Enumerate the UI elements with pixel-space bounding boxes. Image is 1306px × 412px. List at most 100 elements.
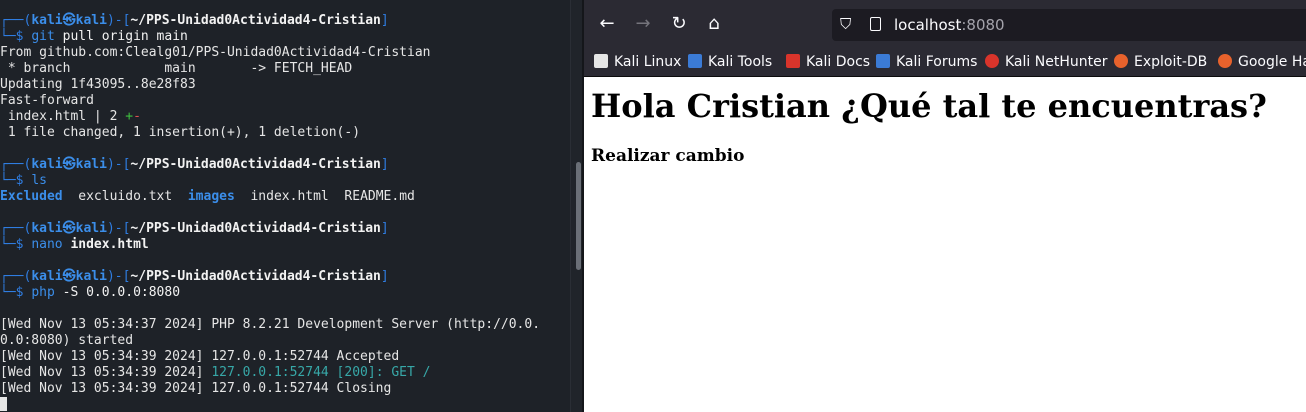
output-line: Updating 1f43095..8e28f83	[0, 77, 196, 92]
server-log-line: [Wed Nov 13 05:34:39 2024] 127.0.0.1:527…	[0, 381, 392, 396]
server-log-line: 0.0:8080) started	[0, 333, 134, 348]
bookmark-kali-docs[interactable]: Kali Docs	[786, 53, 870, 71]
kali-nethunter-icon	[985, 54, 999, 68]
command-line: └─$ nano index.html	[0, 237, 570, 253]
prompt-corner: └─	[0, 285, 16, 300]
prompt-dollar: $	[15, 173, 32, 188]
bookmark-google-hacking[interactable]: Google Ha	[1218, 53, 1306, 71]
ls-output-line: Excluded excluido.txt images index.html …	[0, 189, 570, 205]
prompt-frame: )-[	[106, 157, 131, 172]
prompt-corner: └─	[0, 173, 16, 188]
url-host: localhost	[894, 16, 962, 34]
home-icon[interactable]: ⌂	[701, 11, 727, 37]
prompt-path: ~/PPS-Unidad0Actividad4-Cristian	[130, 157, 381, 172]
prompt-corner: └─	[0, 29, 16, 44]
prompt-path: ~/PPS-Unidad0Actividad4-Cristian	[130, 269, 381, 284]
prompt-user: kali㉿kali	[31, 13, 107, 28]
page-heading: Hola Cristian ¿Qué tal te encuentras?	[591, 87, 1267, 125]
bookmark-label: Kali Docs	[806, 54, 871, 70]
reload-icon[interactable]: ↻	[666, 11, 692, 37]
command-args: index.html	[70, 237, 149, 252]
bookmark-kali-nethunter[interactable]: Kali NetHunter	[985, 53, 1107, 71]
bookmark-kali-tools[interactable]: Kali Tools	[688, 53, 772, 71]
output-line: From github.com:Clealg01/PPS-Unidad0Acti…	[0, 45, 431, 60]
bookmark-kali-linux[interactable]: Kali Linux	[594, 53, 681, 71]
prompt-user: kali㉿kali	[31, 221, 107, 236]
diffstat-line: index.html | 2 +-	[0, 109, 570, 125]
server-log-line: [Wed Nov 13 05:34:39 2024] 127.0.0.1:527…	[0, 349, 400, 364]
terminal-output: ┌──(kali㉿kali)-[~/PPS-Unidad0Actividad4-…	[0, 13, 570, 412]
prompt-frame: ┌──(	[0, 221, 32, 236]
page-content: Hola Cristian ¿Qué tal te encuentras? Re…	[584, 77, 1306, 412]
shield-icon[interactable]: ⛉	[840, 16, 854, 32]
prompt-line: ┌──(kali㉿kali)-[~/PPS-Unidad0Actividad4-…	[0, 157, 570, 173]
command-line: └─$ php -S 0.0.0.0:8080	[0, 285, 570, 301]
prompt-user: kali㉿kali	[31, 157, 107, 172]
terminal-window[interactable]: ┌──(kali㉿kali)-[~/PPS-Unidad0Actividad4-…	[0, 0, 570, 412]
prompt-corner: └─	[0, 237, 16, 252]
bookmark-label: Kali NetHunter	[1005, 54, 1108, 70]
terminal-scrollbar-thumb[interactable]	[576, 162, 581, 270]
prompt-frame: )-[	[106, 269, 131, 284]
log-timestamp: [Wed Nov 13 05:34:39 2024]	[0, 365, 212, 380]
command-args: pull origin main	[54, 29, 188, 44]
output-line: * branch main -> FETCH_HEAD	[0, 61, 353, 76]
bookmark-label: Kali Tools	[708, 54, 773, 70]
prompt-frame: ]	[380, 269, 389, 284]
prompt-user: kali㉿kali	[31, 269, 107, 284]
prompt-frame: ]	[380, 13, 389, 28]
prompt-path: ~/PPS-Unidad0Actividad4-Cristian	[130, 13, 381, 28]
bookmark-label: Google Ha	[1238, 54, 1306, 70]
kali-forums-icon	[876, 54, 890, 68]
forward-arrow-icon[interactable]: →	[630, 11, 656, 37]
bookmark-label: Kali Linux	[614, 54, 682, 70]
prompt-line: ┌──(kali㉿kali)-[~/PPS-Unidad0Actividad4-…	[0, 221, 570, 237]
prompt-frame: ┌──(	[0, 13, 32, 28]
prompt-frame: )-[	[106, 221, 131, 236]
back-arrow-icon[interactable]: ←	[594, 11, 620, 37]
bookmarks-toolbar: Kali Linux Kali Tools Kali Docs Kali For…	[584, 47, 1306, 77]
bookmark-kali-forums[interactable]: Kali Forums	[876, 53, 977, 71]
output-line: Fast-forward	[0, 93, 94, 108]
server-log-line: [Wed Nov 13 05:34:37 2024] PHP 8.2.21 De…	[0, 317, 541, 332]
exploit-db-icon	[1114, 54, 1128, 68]
prompt-frame: ]	[380, 157, 389, 172]
ls-directory: Excluded	[0, 189, 63, 204]
kali-tools-icon	[688, 54, 702, 68]
diffstat-minus: -	[133, 109, 141, 124]
ls-file: index.html	[250, 189, 329, 204]
kali-dragon-icon	[594, 54, 608, 68]
browser-window: ← → ↻ ⌂ ⛉ localhost:8080 Kali Linux Kali…	[584, 0, 1306, 412]
prompt-dollar: $	[15, 29, 32, 44]
diffstat-plus: +	[125, 109, 134, 124]
prompt-frame: ┌──(	[0, 269, 32, 284]
ls-file: excluido.txt	[78, 189, 173, 204]
bookmark-label: Exploit-DB	[1134, 54, 1208, 70]
browser-toolbar: ← → ↻ ⌂ ⛉ localhost:8080	[584, 0, 1306, 47]
cursor-line	[0, 397, 570, 412]
diffstat-file: index.html | 2	[0, 109, 126, 124]
bookmark-exploit-db[interactable]: Exploit-DB	[1114, 53, 1207, 71]
command-name: nano	[31, 237, 63, 252]
page-info-icon[interactable]	[870, 17, 881, 31]
bookmark-label: Kali Forums	[896, 54, 978, 70]
prompt-dollar: $	[15, 237, 32, 252]
terminal-cursor	[0, 397, 7, 411]
url-bar[interactable]: ⛉ localhost:8080	[832, 9, 1306, 41]
prompt-path: ~/PPS-Unidad0Actividad4-Cristian	[130, 221, 381, 236]
command-line: └─$ git pull origin main	[0, 29, 570, 45]
prompt-frame: )-[	[106, 13, 131, 28]
log-request: 127.0.0.1:52744 [200]: GET /	[211, 365, 431, 380]
google-hacking-icon	[1218, 54, 1232, 68]
command-args: -S 0.0.0.0:8080	[54, 285, 181, 300]
url-port: :8080	[961, 16, 1005, 34]
prompt-dollar: $	[15, 285, 32, 300]
ls-directory: images	[187, 189, 235, 204]
server-log-line: [Wed Nov 13 05:34:39 2024] 127.0.0.1:527…	[0, 365, 570, 381]
prompt-line: ┌──(kali㉿kali)-[~/PPS-Unidad0Actividad4-…	[0, 13, 570, 29]
url-text[interactable]: localhost:8080	[894, 16, 1005, 34]
